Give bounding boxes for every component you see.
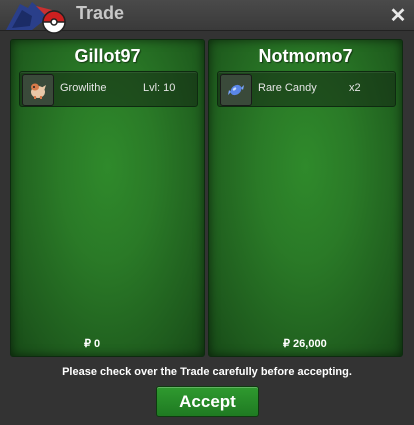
trade-panel-left: Gillot97 Growlithe Lvl: 10 ₽ 0 (10, 39, 205, 357)
item-quantity: x2 (349, 82, 361, 94)
trade-panel-right: Notmomo7 Rare Candy x2 ₽ 26,000 (208, 39, 403, 357)
player-name: Notmomo7 (258, 46, 353, 66)
growlithe-icon (22, 74, 54, 106)
close-button[interactable]: ✕ (386, 3, 410, 27)
trade-notice: Please check over the Trade carefully be… (62, 366, 352, 378)
money-offer: ₽ 0 (84, 338, 101, 350)
trade-item-row[interactable]: Rare Candy x2 (217, 71, 396, 107)
player-name: Gillot97 (74, 46, 141, 66)
window-title: Trade (76, 3, 125, 23)
item-level: Lvl: 10 (143, 82, 176, 94)
trade-window: Trade ✕ Gillot97 Growlithe Lvl: 10 ₽ 0 N… (0, 0, 414, 425)
item-name: Growlithe (60, 82, 107, 94)
accept-button[interactable]: Accept (156, 386, 259, 417)
rare-candy-icon (220, 74, 252, 106)
money-offer: ₽ 26,000 (283, 338, 327, 350)
pokeball-logo-icon (6, 2, 66, 34)
item-name: Rare Candy (258, 82, 317, 94)
title-bar: Trade ✕ (0, 0, 414, 34)
trade-item-row[interactable]: Growlithe Lvl: 10 (19, 71, 198, 107)
